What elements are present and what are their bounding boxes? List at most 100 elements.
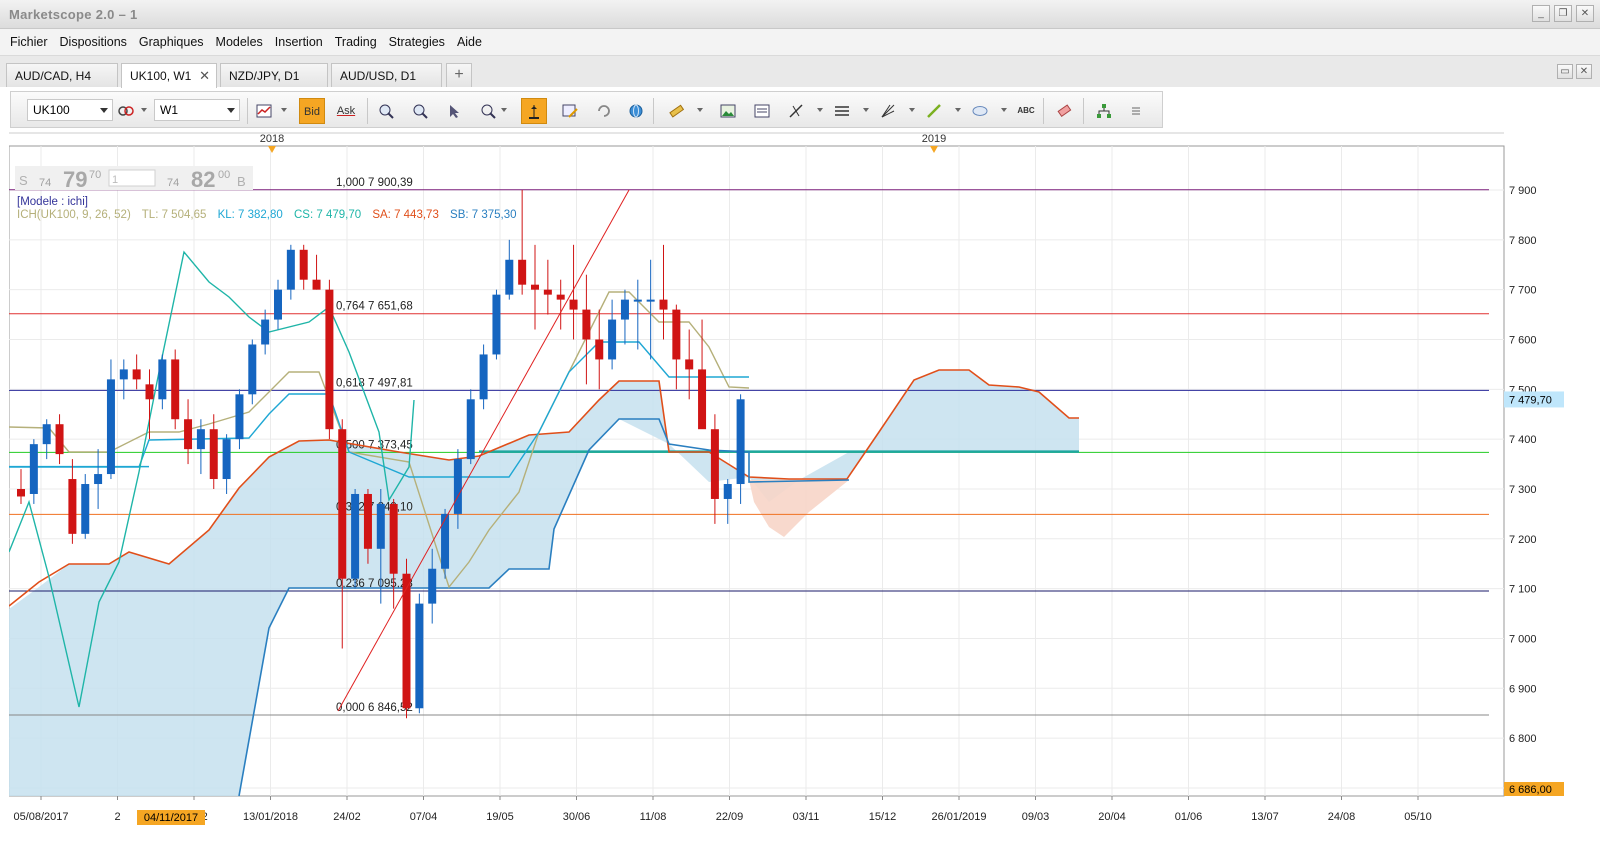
toolbar-separator [653,98,654,124]
chevron-down-icon[interactable] [281,108,287,112]
chevron-down-icon[interactable] [909,108,915,112]
menu-fichier[interactable]: Fichier [4,35,54,49]
window-title: Marketscope 2.0 – 1 [9,7,138,22]
cursor-icon[interactable] [441,98,467,124]
tab-label: UK100, W1 [130,69,192,83]
tab-aud-cad[interactable]: AUD/CAD, H4 [6,63,118,87]
zoom-out-icon[interactable] [407,98,433,124]
hierarchy-icon[interactable] [1091,98,1117,124]
candle-body [222,439,231,480]
restore-button[interactable]: ❐ [1554,5,1572,22]
legend-tl: TL: 7 504,65 [142,209,207,221]
fib-label: 0,618 7 497,81 [336,377,413,389]
close-button[interactable]: ✕ [1576,5,1594,22]
link-icon[interactable] [113,98,139,124]
chevron-down-icon[interactable] [141,108,147,112]
tab-restore-icon[interactable]: ▭ [1557,64,1573,79]
ask-button[interactable]: Ask [333,98,359,124]
candle-body [531,284,539,290]
bid-button[interactable]: Bid [299,98,325,124]
tab-nzd-jpy[interactable]: NZD/JPY, D1 [220,63,328,87]
fan-icon[interactable] [875,98,901,124]
menu-strategies[interactable]: Strategies [383,35,451,49]
sell-big-figure: 74 [39,177,51,189]
legend-sb: SB: 7 375,30 [450,209,517,221]
candle-body [235,394,244,440]
timeframe-value: W1 [160,103,178,117]
chevron-down-icon[interactable] [863,108,869,112]
tab-label: AUD/USD, D1 [340,69,417,83]
toolbar-separator [1083,98,1084,124]
globe-icon[interactable] [623,98,649,124]
chevron-down-icon[interactable] [1001,108,1007,112]
candle-body [441,513,450,569]
line-tools-icon[interactable] [783,98,809,124]
overflow-menu-icon[interactable] [1129,98,1143,124]
ruler-icon[interactable] [663,98,689,124]
price-chart[interactable]: 1,000 7 900,39 0,764 7 651,68 0,618 7 497,… [8,132,1600,860]
chevron-down-icon[interactable] [817,108,823,112]
close-tab-icon[interactable]: ✕ [199,68,210,84]
x-tick-label: 2 [114,811,120,823]
year-marker [268,146,276,153]
buy-big-figure: 74 [167,177,179,189]
candle-body [119,369,128,380]
instrument-select[interactable]: UK100 [27,99,113,121]
chevron-down-icon[interactable] [697,108,703,112]
menu-dispositions[interactable]: Dispositions [54,35,133,49]
timeframe-select[interactable]: W1 [154,99,240,121]
candle-body [543,289,552,295]
chart-type-icon[interactable] [251,98,277,124]
fib-label: 0,000 6 846,52 [336,702,413,714]
candle-body [81,484,90,534]
candle-body [389,503,398,574]
candle-body [248,344,257,395]
menu-modeles[interactable]: Modeles [210,35,269,49]
menu-graphiques[interactable]: Graphiques [133,35,210,49]
candle-body [209,429,218,480]
chart-area[interactable]: 1,000 7 900,39 0,764 7 651,68 0,618 7 497,… [8,132,1600,860]
sell-pip: 70 [89,169,101,181]
tab-label: NZD/JPY, D1 [229,69,300,83]
add-tab-button[interactable]: + [446,63,472,87]
trendline-icon[interactable] [921,98,947,124]
text-tool-icon[interactable]: ABC [1013,98,1039,124]
toolbar-separator [1043,98,1044,124]
tab-close-icon[interactable]: ✕ [1576,64,1592,79]
menu-trading[interactable]: Trading [329,35,383,49]
zoom-in-icon[interactable] [373,98,399,124]
tab-uk100[interactable]: UK100, W1 ✕ [121,63,217,88]
chevron-down-icon [100,108,108,113]
candle-body [646,299,655,302]
minimize-button[interactable]: _ [1532,5,1550,22]
zoom-region-icon[interactable] [475,98,501,124]
candle-body [518,259,527,285]
candle-body [672,309,681,360]
horizontal-lines-icon[interactable] [829,98,855,124]
toolbar-separator [247,98,248,124]
menu-insertion[interactable]: Insertion [269,35,329,49]
refresh-icon[interactable] [591,98,617,124]
candle-body [145,384,154,400]
crosshair-icon[interactable] [521,98,547,124]
eraser-icon[interactable] [1051,98,1077,124]
sell-prefix: S [19,173,28,188]
candle-body [453,459,462,514]
chevron-down-icon[interactable] [955,108,961,112]
chevron-down-icon[interactable] [501,108,507,112]
candle-body [299,249,308,280]
menu-aide[interactable]: Aide [451,35,488,49]
window-list-icon[interactable] [749,98,775,124]
chart-tab-bar: AUD/CAD, H4 UK100, W1 ✕ NZD/JPY, D1 AUD/U… [0,56,1600,88]
candle-body [196,429,205,450]
x-tick-label: 20/04 [1098,811,1126,823]
properties-icon[interactable] [557,98,583,124]
ellipse-icon[interactable] [967,98,993,124]
chart-toolbar: UK100 W1 Bid Ask ABC [10,91,1163,128]
image-icon[interactable] [715,98,741,124]
y-tick-label: 7 300 [1509,484,1537,496]
tab-aud-usd[interactable]: AUD/USD, D1 [331,63,442,87]
sell-price: 79 [63,167,87,192]
x-tick-label: 01/06 [1175,811,1203,823]
x-tick-label: 13/01/2018 [243,811,298,823]
